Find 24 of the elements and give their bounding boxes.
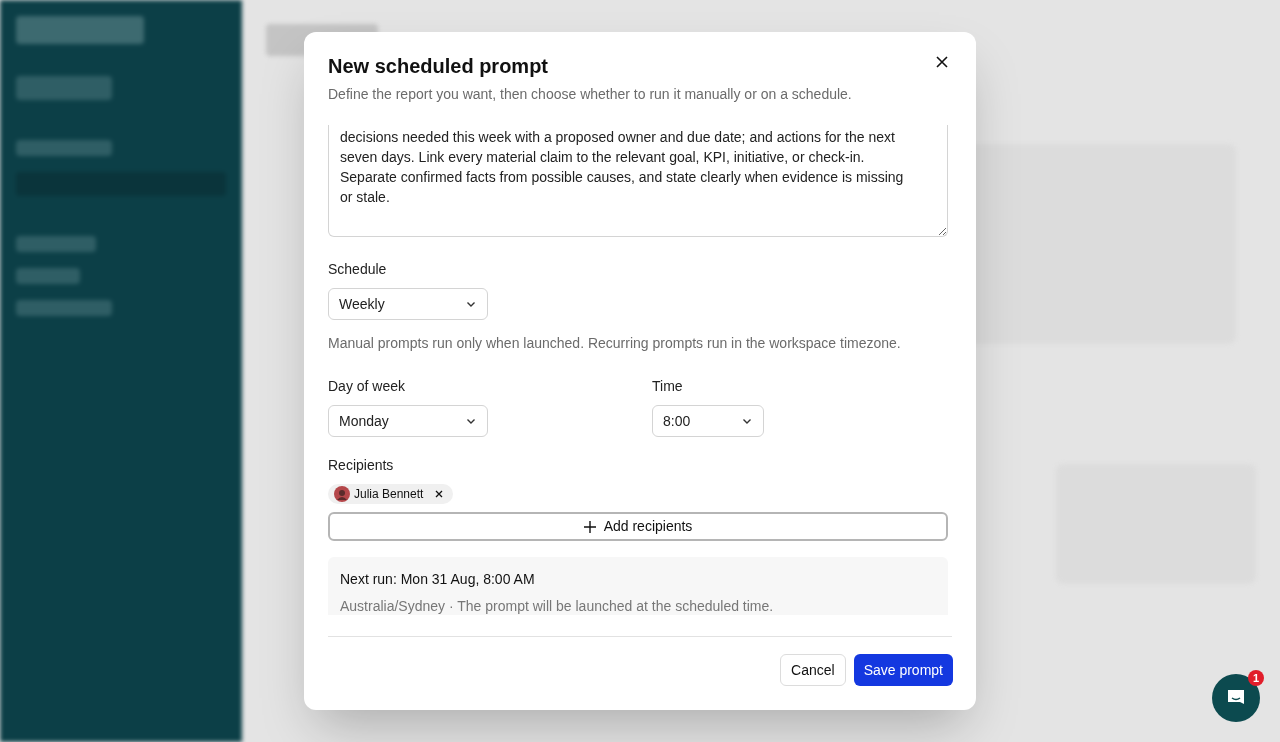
next-run-title: Next run: Mon 31 Aug, 8:00 AM [340,570,536,590]
plus-icon [583,520,596,533]
close-icon [435,490,444,499]
cancel-button[interactable]: Cancel [780,654,846,686]
save-button[interactable]: Save prompt [853,654,953,686]
remove-button[interactable] [435,490,444,499]
dialog-subtitle: Define the report you want, then choose whether to run it manually or on a schedule. [328,85,853,104]
select-field[interactable]: 8:00 [652,405,764,438]
close-button[interactable] [936,56,948,68]
help-text: Manual prompts run only when launched. Recurring prompts run in the workspace timezone. [328,334,902,354]
select-field[interactable]: Weekly [328,288,488,321]
add-recipients-button[interactable]: Add recipients [328,512,948,542]
avatar-icon [334,486,350,503]
notification-badge: 1 [1248,670,1264,686]
field-label: Day of week [328,377,407,397]
next-run-detail: Australia/Sydney · The prompt will be launched at the scheduled time. [340,597,775,617]
prompt-textarea[interactable]: decisions needed this week with a proposed owner and due date; and actions for the next seven days. Link every material claim to the relevant goal, KPI, initiative, or check-in. Separate confirmed facts from possible causes, and state clearly when evidence is missing or stale. [328,125,948,238]
dialog-title: New scheduled prompt [328,54,549,79]
field-label: Schedule [328,260,388,280]
select-field[interactable]: Monday [328,405,488,438]
recipient-chip: Julia Bennett [328,484,454,505]
field-label: Time [652,377,684,397]
close-icon [936,56,948,68]
field-label: Recipients [328,456,395,476]
